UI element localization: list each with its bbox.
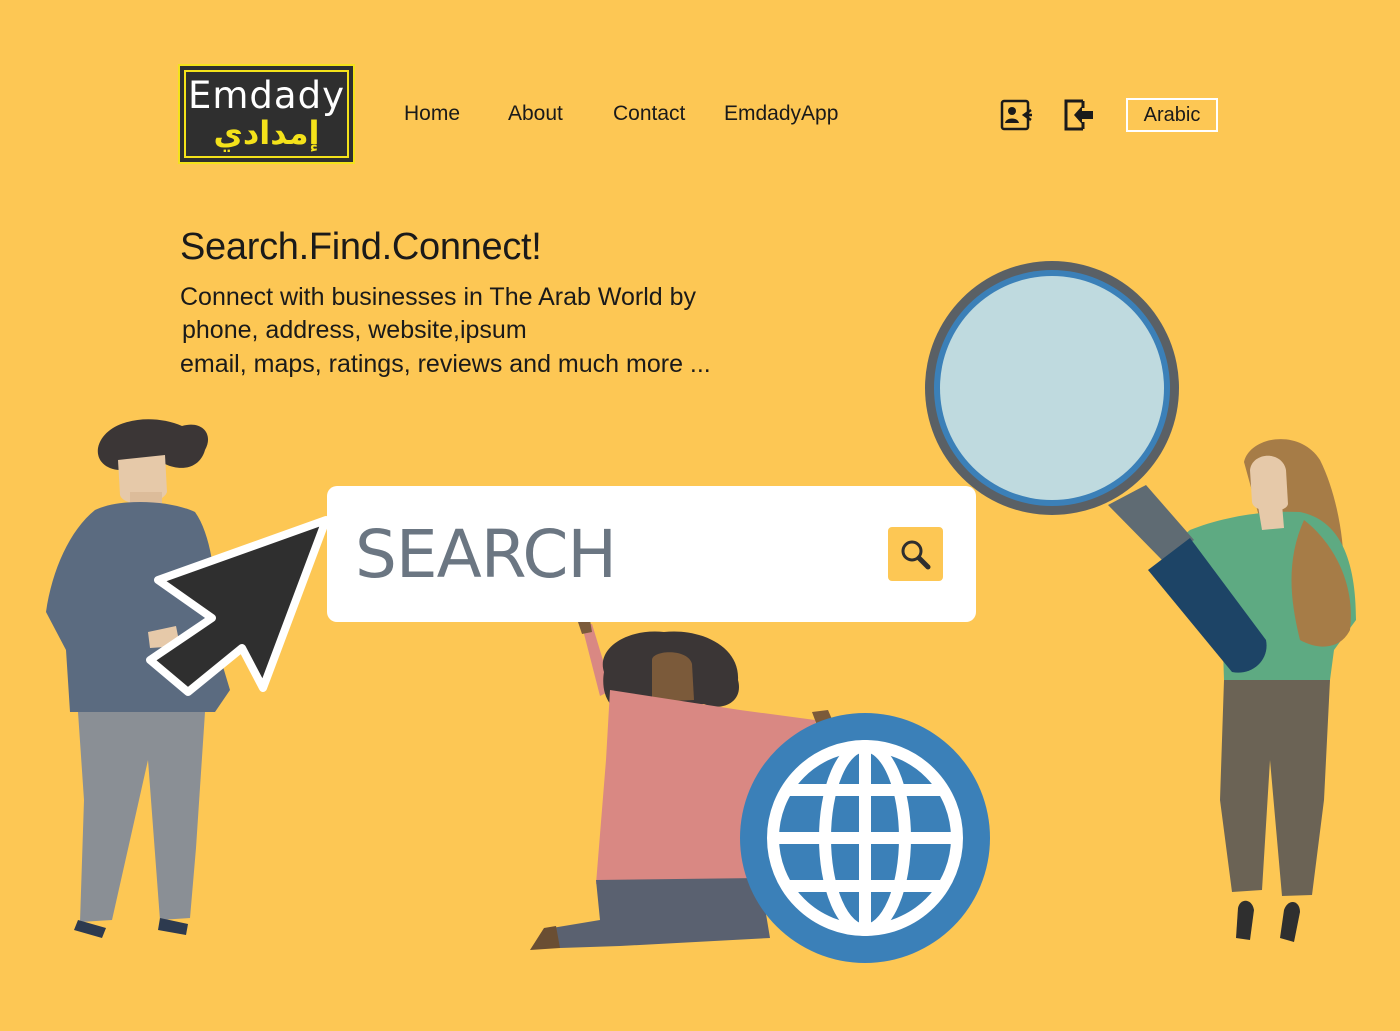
nav-emdadyapp-link[interactable]: EmdadyApp bbox=[724, 102, 838, 126]
magnifier-illustration bbox=[925, 261, 1267, 673]
search-icon bbox=[888, 540, 943, 584]
nav-home-link[interactable]: Home bbox=[404, 102, 460, 126]
contact-card-icon[interactable] bbox=[1000, 98, 1032, 132]
logo-text-latin: Emdady bbox=[188, 74, 345, 117]
nav-contact-link[interactable]: Contact bbox=[613, 102, 685, 126]
hero-description-line-2: phone, address, website,ipsum bbox=[182, 316, 527, 344]
woman-standing-illustration bbox=[1178, 439, 1356, 942]
login-icon[interactable] bbox=[1063, 98, 1095, 132]
nav-about-link[interactable]: About bbox=[508, 102, 563, 126]
search-input[interactable] bbox=[355, 506, 855, 602]
search-bar bbox=[327, 486, 976, 622]
hero-description-line-3: email, maps, ratings, reviews and much m… bbox=[180, 350, 711, 378]
logo[interactable]: Emdady إمدادي bbox=[178, 64, 355, 164]
search-button[interactable] bbox=[888, 527, 943, 581]
hero-title: Search.Find.Connect! bbox=[180, 226, 542, 268]
language-toggle-button[interactable]: Arabic bbox=[1126, 98, 1218, 132]
hero-description-line-1: Connect with businesses in The Arab Worl… bbox=[180, 283, 697, 311]
logo-text-arabic: إمدادي bbox=[213, 114, 320, 152]
globe-illustration bbox=[740, 713, 990, 963]
